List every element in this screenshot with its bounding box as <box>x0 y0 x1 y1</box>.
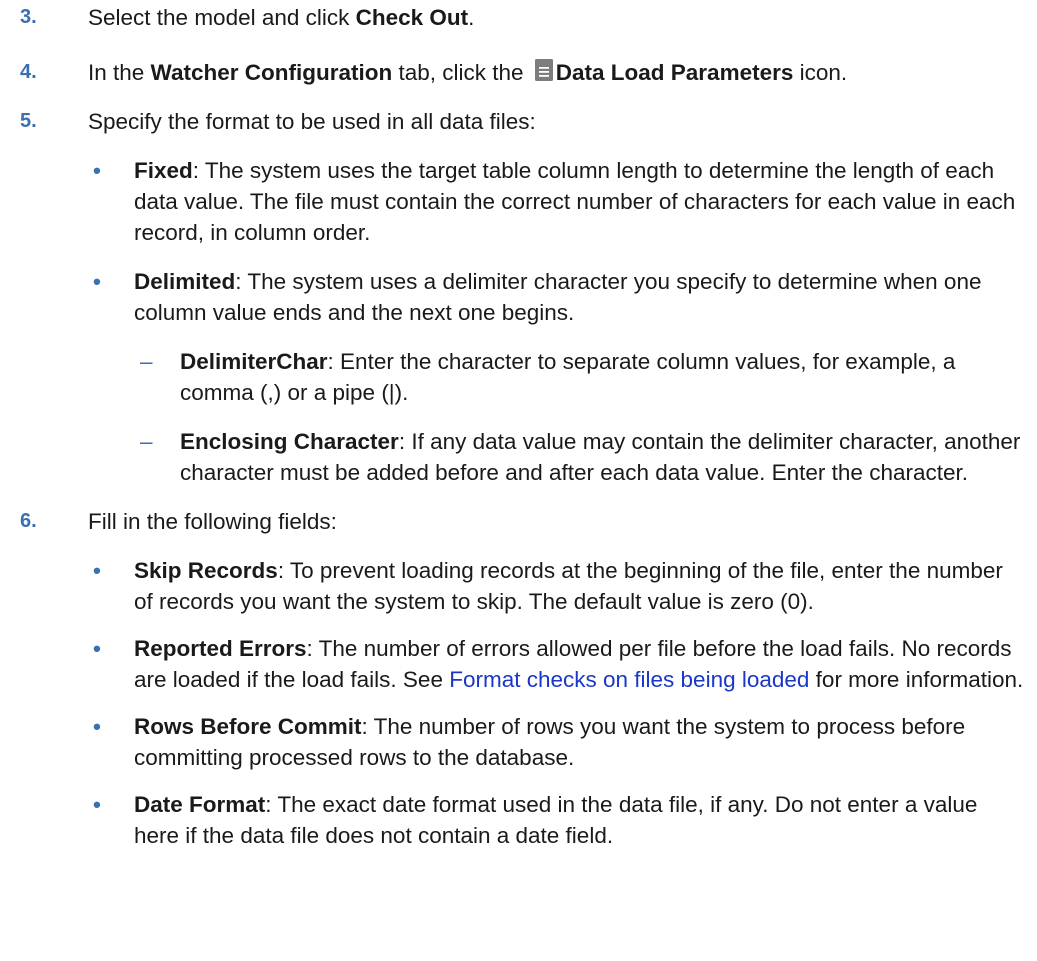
list-item-delimited: • Delimited: The system uses a delimiter… <box>88 266 1027 488</box>
dash-icon: – <box>140 349 153 374</box>
step-number: 5. <box>20 110 37 132</box>
step-3: 3. Select the model and click Check Out. <box>20 2 1027 33</box>
dash-icon: – <box>140 429 153 454</box>
step-4: 4. In the Watcher Configuration tab, cli… <box>20 57 1027 88</box>
step-text: Specify the format to be used in all dat… <box>88 109 536 134</box>
fields-list: • Skip Records: To prevent loading recor… <box>88 555 1027 851</box>
sub-item-enclosing-character: – Enclosing Character: If any data value… <box>134 426 1027 488</box>
check-out-label: Check Out <box>355 5 469 30</box>
watcher-configuration-label: Watcher Configuration <box>150 60 393 85</box>
bullet-icon: • <box>93 558 101 583</box>
instruction-document: 3. Select the model and click Check Out.… <box>0 0 1037 851</box>
step-5: 5. Specify the format to be used in all … <box>20 106 1027 488</box>
step-6: 6. Fill in the following fields: • Skip … <box>20 506 1027 851</box>
step-number: 4. <box>20 61 37 83</box>
data-load-parameters-label: Data Load Parameters <box>555 60 794 85</box>
step-text: Select the model and click Check Out. <box>88 5 475 30</box>
format-options-list: • Fixed: The system uses the target tabl… <box>88 155 1027 488</box>
step-number: 3. <box>20 6 37 28</box>
step-text: Fill in the following fields: <box>88 509 337 534</box>
list-item-reported-errors: • Reported Errors: The number of errors … <box>88 633 1027 695</box>
format-checks-link[interactable]: Format checks on files being loaded <box>449 667 809 692</box>
bullet-icon: • <box>93 792 101 817</box>
bullet-icon: • <box>93 158 101 183</box>
list-item-fixed: • Fixed: The system uses the target tabl… <box>88 155 1027 248</box>
bullet-icon: • <box>93 269 101 294</box>
step-number: 6. <box>20 510 37 532</box>
sub-item-delimiterchar: – DelimiterChar: Enter the character to … <box>134 346 1027 408</box>
bullet-icon: • <box>93 636 101 661</box>
list-item-rows-before-commit: • Rows Before Commit: The number of rows… <box>88 711 1027 773</box>
list-item-skip-records: • Skip Records: To prevent loading recor… <box>88 555 1027 617</box>
step-text: In the Watcher Configuration tab, click … <box>88 58 848 85</box>
bullet-icon: • <box>93 714 101 739</box>
list-document-icon <box>534 58 554 82</box>
list-item-date-format: • Date Format: The exact date format use… <box>88 789 1027 851</box>
